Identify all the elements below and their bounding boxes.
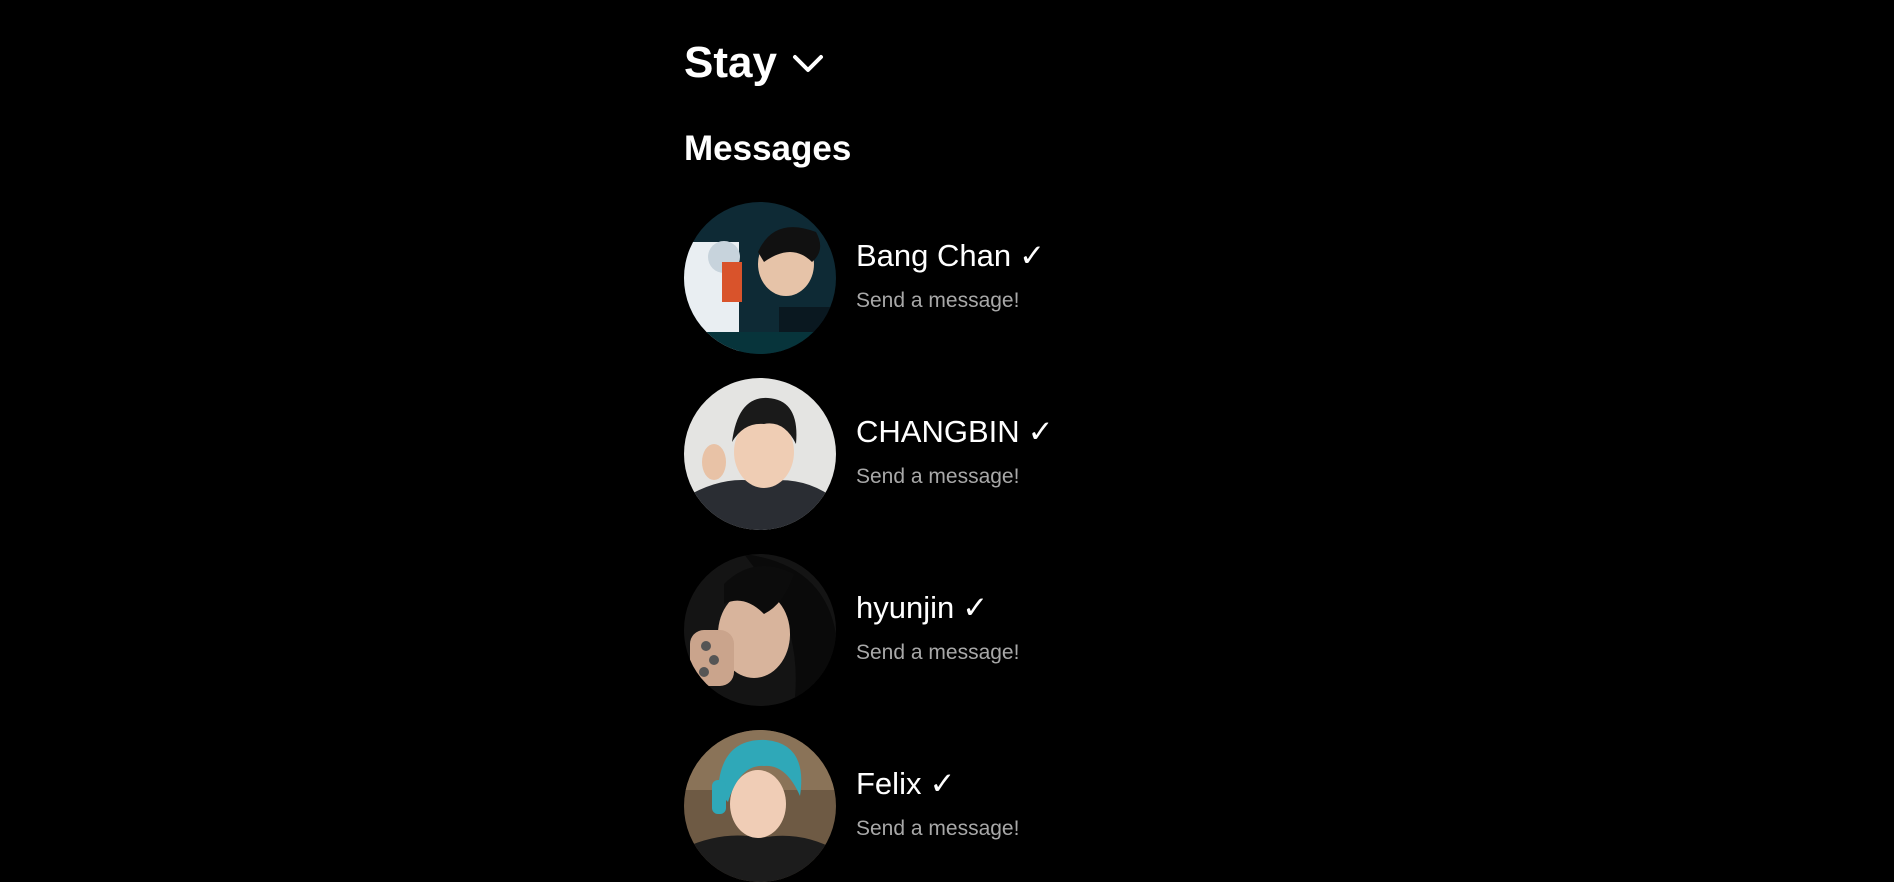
avatar — [684, 554, 836, 706]
verified-check-icon: ✓ — [1027, 414, 1054, 449]
thread-item[interactable]: Felix ✓ Send a message! — [684, 730, 1244, 882]
thread-item[interactable]: CHANGBIN ✓ Send a message! — [684, 378, 1244, 530]
verified-check-icon: ✓ — [962, 590, 989, 625]
avatar — [684, 202, 836, 354]
thread-name-text: hyunjin — [856, 590, 955, 625]
thread-preview: Send a message! — [856, 465, 1020, 488]
thread-preview: Send a message! — [856, 641, 1020, 664]
thread-preview: Send a message! — [856, 817, 1020, 840]
thread-item[interactable]: Bang Chan ✓ Send a message! — [684, 202, 1244, 354]
thread-name: CHANGBIN ✓ — [856, 414, 1054, 450]
thread-name-text: CHANGBIN — [856, 414, 1020, 449]
verified-check-icon: ✓ — [1019, 238, 1046, 273]
chevron-down-icon — [791, 51, 825, 75]
thread-item[interactable]: hyunjin ✓ Send a message! — [684, 554, 1244, 706]
thread-preview: Send a message! — [856, 289, 1020, 312]
messages-heading: Messages — [684, 129, 852, 168]
account-name: Stay — [684, 38, 777, 87]
thread-name-text: Felix — [856, 766, 922, 801]
verified-check-icon: ✓ — [929, 766, 956, 801]
thread-name-text: Bang Chan — [856, 238, 1012, 273]
thread-name: Felix ✓ — [856, 766, 955, 802]
account-switcher[interactable]: Stay — [684, 38, 825, 88]
thread-name: hyunjin ✓ — [856, 590, 988, 626]
avatar — [684, 378, 836, 530]
avatar — [684, 730, 836, 882]
thread-name: Bang Chan ✓ — [856, 238, 1045, 274]
